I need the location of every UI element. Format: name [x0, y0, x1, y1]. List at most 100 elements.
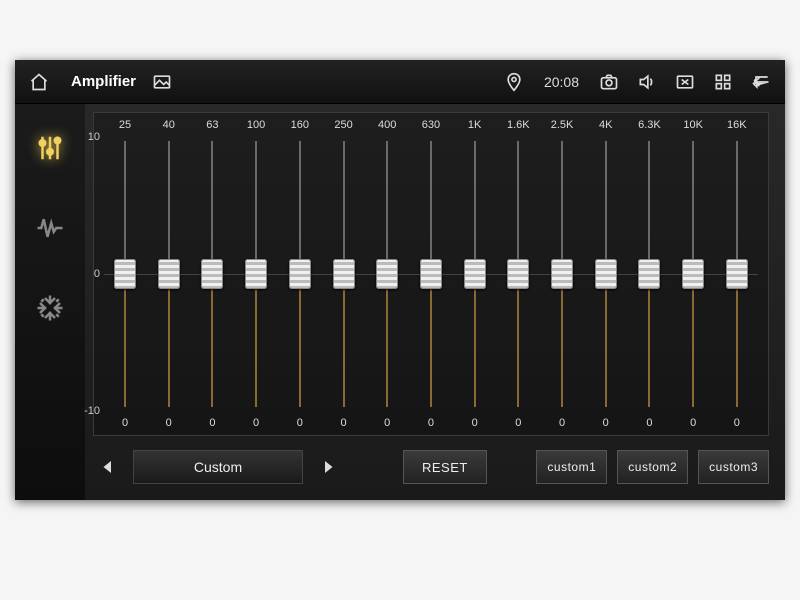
eq-slider[interactable] [630, 135, 668, 413]
eq-slider[interactable] [325, 135, 363, 413]
freq-label: 2.5K [543, 119, 581, 131]
band-value: 0 [674, 417, 712, 429]
eq-slider[interactable] [456, 135, 494, 413]
eq-slider[interactable] [150, 135, 188, 413]
eq-slider[interactable] [237, 135, 275, 413]
eq-slider[interactable] [587, 135, 625, 413]
eq-slider[interactable] [412, 135, 450, 413]
fader-icon [35, 293, 65, 323]
preset-next-button[interactable] [313, 452, 343, 482]
band-value: 0 [325, 417, 363, 429]
tick-min: -10 [80, 405, 100, 417]
band-value: 0 [412, 417, 450, 429]
band-value: 0 [499, 417, 537, 429]
eq-slider[interactable] [543, 135, 581, 413]
eq-slider[interactable] [193, 135, 231, 413]
band-value: 0 [193, 417, 231, 429]
volume-icon[interactable] [635, 70, 659, 94]
location-icon[interactable] [502, 70, 526, 94]
slider-knob[interactable] [682, 259, 704, 289]
sidebar-item-wave[interactable] [30, 208, 70, 248]
custom3-button[interactable]: custom3 [698, 450, 769, 484]
sidebar-item-fader[interactable] [30, 288, 70, 328]
freq-label: 100 [237, 119, 275, 131]
slider-knob[interactable] [201, 259, 223, 289]
freq-label: 630 [412, 119, 450, 131]
eq-panel: 25 40 63 100 160 250 400 630 1K 1.6K 2.5K 4K 6.3K 10K… [93, 112, 769, 436]
controls-row: Custom RESET custom1 custom2 custom3 [93, 444, 769, 490]
back-icon[interactable] [749, 70, 773, 94]
custom1-button[interactable]: custom1 [536, 450, 607, 484]
slider-knob[interactable] [333, 259, 355, 289]
slider-knob[interactable] [726, 259, 748, 289]
slider-knob[interactable] [638, 259, 660, 289]
body: 2540631001602504006301K1.6K2.5K4K6.3K10K… [15, 104, 785, 500]
sidebar [15, 104, 85, 500]
band-value: 0 [106, 417, 144, 429]
freq-label: 16K [718, 119, 756, 131]
app-screen: Amplifier 20:08 [15, 60, 785, 500]
grid-icon[interactable] [711, 70, 735, 94]
picture-icon[interactable] [150, 70, 174, 94]
wave-icon [35, 213, 65, 243]
band-value: 0 [368, 417, 406, 429]
freq-label: 63 [193, 119, 231, 131]
home-icon[interactable] [27, 70, 51, 94]
freq-label: 40 [150, 119, 188, 131]
band-value: 0 [543, 417, 581, 429]
freq-label: 250 [325, 119, 363, 131]
eq-tick-labels: 10 0 -10 [80, 131, 100, 417]
top-bar: Amplifier 20:08 [15, 60, 785, 104]
slider-knob[interactable] [114, 259, 136, 289]
preset-label: Custom [194, 459, 242, 475]
eq-slider[interactable] [718, 135, 756, 413]
slider-knob[interactable] [595, 259, 617, 289]
freq-labels-row: 25 40 63 100 160 250 400 630 1K 1.6K 2.5K 4K 6.3K 10K… [104, 119, 758, 131]
eq-slider[interactable] [674, 135, 712, 413]
preset-prev-button[interactable] [93, 452, 123, 482]
slider-knob[interactable] [464, 259, 486, 289]
slider-knob[interactable] [420, 259, 442, 289]
page-title: Amplifier [71, 73, 136, 90]
preset-display[interactable]: Custom [133, 450, 303, 484]
close-window-icon[interactable] [673, 70, 697, 94]
tick-max: 10 [80, 131, 100, 143]
band-value: 0 [630, 417, 668, 429]
freq-label: 1.6K [499, 119, 537, 131]
sliders-icon [35, 133, 65, 163]
band-value: 0 [718, 417, 756, 429]
freq-label: 10K [674, 119, 712, 131]
clock: 20:08 [544, 74, 579, 90]
freq-label: 160 [281, 119, 319, 131]
triangle-right-icon [319, 458, 337, 476]
slider-knob[interactable] [376, 259, 398, 289]
triangle-left-icon [99, 458, 117, 476]
freq-label: 6.3K [630, 119, 668, 131]
band-value: 0 [281, 417, 319, 429]
freq-label: 4K [587, 119, 625, 131]
main-panel: 25 40 63 100 160 250 400 630 1K 1.6K 2.5K 4K 6.3K 10K… [85, 104, 785, 500]
eq-slider[interactable] [281, 135, 319, 413]
freq-label: 25 [106, 119, 144, 131]
sidebar-item-eq[interactable] [30, 128, 70, 168]
eq-sliders: 10 0 -10 [104, 131, 758, 417]
band-value: 0 [587, 417, 625, 429]
slider-knob[interactable] [551, 259, 573, 289]
band-value: 0 [237, 417, 275, 429]
slider-knob[interactable] [507, 259, 529, 289]
freq-label: 400 [368, 119, 406, 131]
custom2-button[interactable]: custom2 [617, 450, 688, 484]
eq-slider[interactable] [368, 135, 406, 413]
freq-label: 1K [456, 119, 494, 131]
camera-icon[interactable] [597, 70, 621, 94]
value-labels-row: 000000000000000 [104, 417, 758, 429]
slider-knob[interactable] [158, 259, 180, 289]
band-value: 0 [456, 417, 494, 429]
eq-slider[interactable] [106, 135, 144, 413]
tick-mid: 0 [80, 268, 100, 280]
band-value: 0 [150, 417, 188, 429]
slider-knob[interactable] [289, 259, 311, 289]
reset-button[interactable]: RESET [403, 450, 487, 484]
slider-knob[interactable] [245, 259, 267, 289]
eq-slider[interactable] [499, 135, 537, 413]
